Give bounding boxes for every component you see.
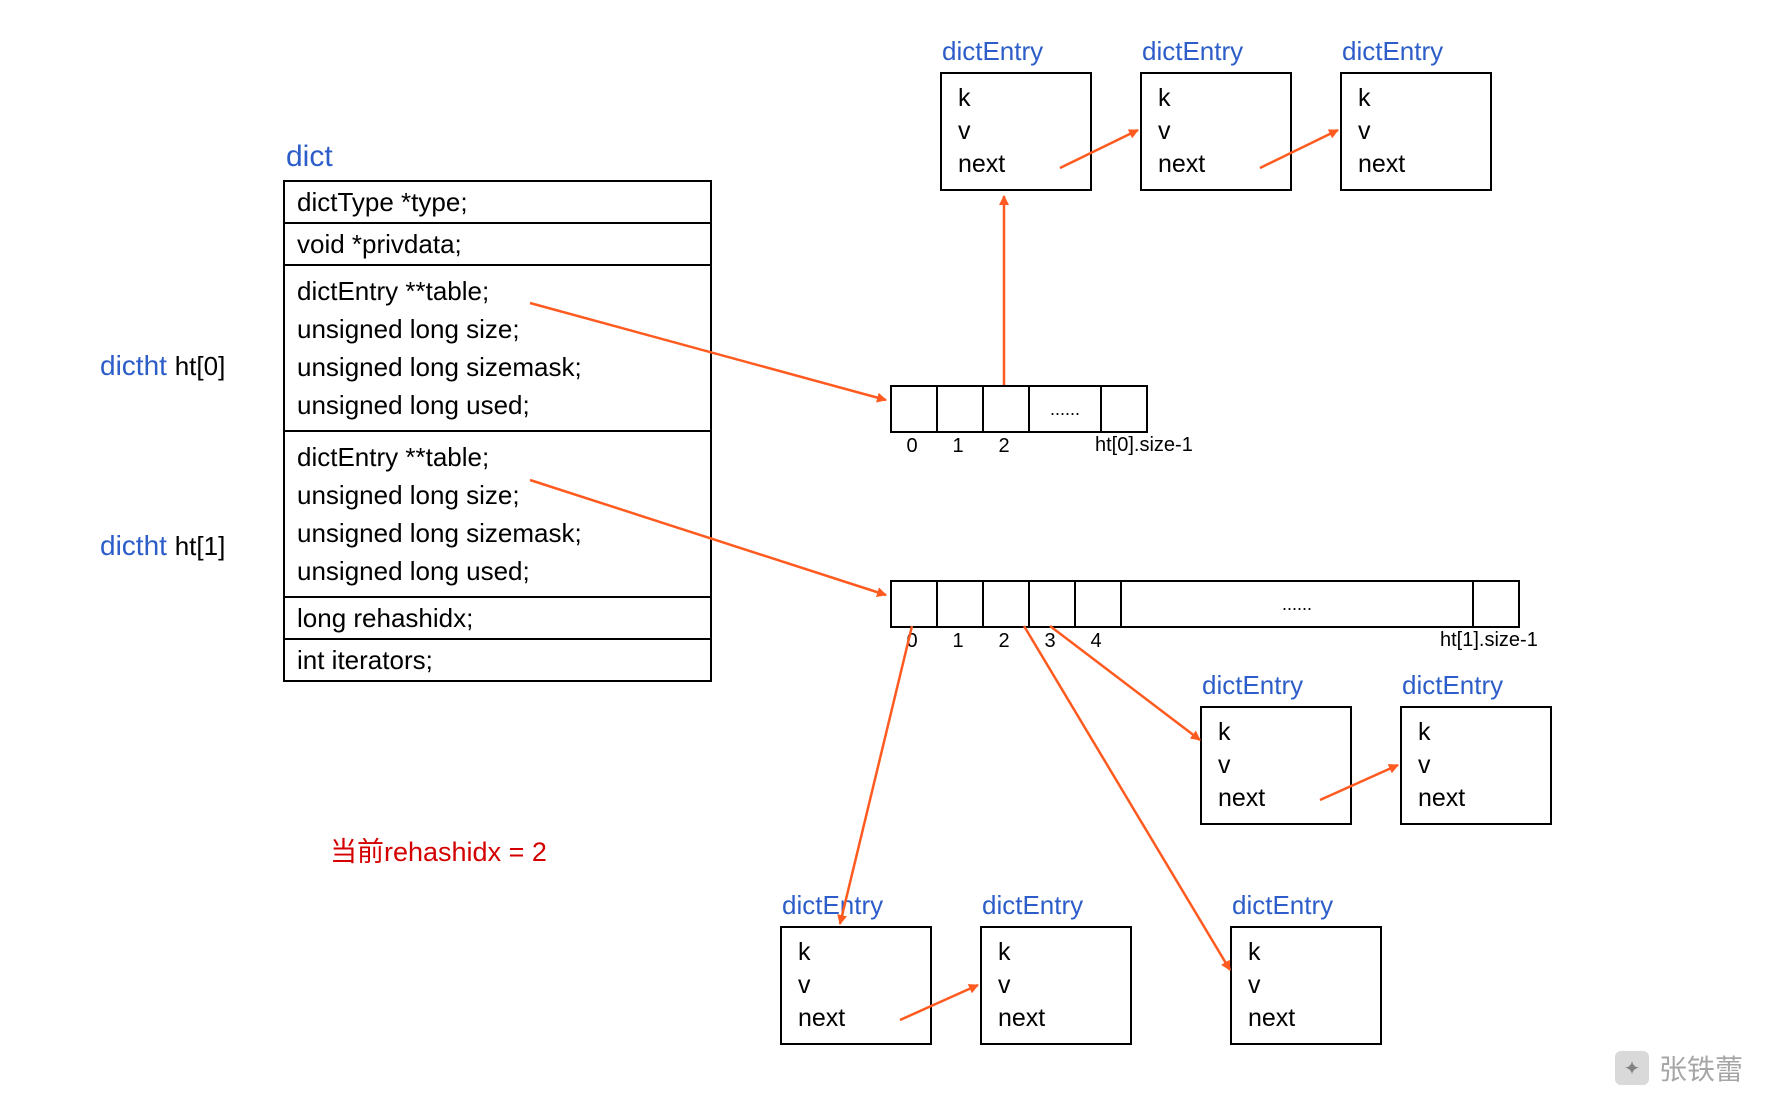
- ht1-cell-3: [1028, 582, 1074, 626]
- entry-bot-3-next: next: [1248, 1002, 1380, 1035]
- dict-field-type: dictType *type;: [285, 182, 710, 222]
- ht0-line-2: unsigned long sizemask;: [297, 348, 710, 386]
- ht1-cell-0: [892, 582, 936, 626]
- ht1-cell-4: [1074, 582, 1120, 626]
- entry-top-1-k: k: [958, 82, 1090, 115]
- entry-heading-top-1: dictEntry: [942, 36, 1043, 67]
- ht0-line-1: unsigned long size;: [297, 310, 710, 348]
- ht0-idx-2: 2: [998, 435, 1009, 458]
- entry-mid-1-k: k: [1218, 716, 1350, 749]
- entry-top-1-v: v: [958, 115, 1090, 148]
- entry-bot-1-v: v: [798, 969, 930, 1002]
- watermark-text: 张铁蕾: [1659, 1048, 1743, 1088]
- entry-bot-3-k: k: [1248, 936, 1380, 969]
- entry-bot-2: k v next: [980, 926, 1132, 1045]
- dictht1-text: dictht: [100, 530, 167, 561]
- watermark: ✦ 张铁蕾: [1615, 1048, 1743, 1088]
- ht1-idx-4: 4: [1090, 630, 1101, 653]
- ht1-line-2: unsigned long sizemask;: [297, 514, 710, 552]
- entry-mid-2-next: next: [1418, 782, 1550, 815]
- entry-top-2-next: next: [1158, 148, 1290, 181]
- entry-bot-2-v: v: [998, 969, 1130, 1002]
- entry-heading-bot-1: dictEntry: [782, 890, 883, 921]
- ht0-cell-last: [1100, 387, 1146, 431]
- dict-ht0-block: dictEntry **table; unsigned long size; u…: [285, 264, 710, 430]
- entry-heading-bot-2: dictEntry: [982, 890, 1083, 921]
- entry-heading-mid-2: dictEntry: [1402, 670, 1503, 701]
- entry-mid-1: k v next: [1200, 706, 1352, 825]
- ht0-line-3: unsigned long used;: [297, 386, 710, 424]
- entry-mid-1-v: v: [1218, 749, 1350, 782]
- arrow-ht1-slot3-mid1: [1050, 626, 1200, 740]
- entry-heading-mid-1: dictEntry: [1202, 670, 1303, 701]
- ht0-size-label: ht[0].size-1: [1095, 434, 1193, 457]
- dict-ht1-block: dictEntry **table; unsigned long size; u…: [285, 430, 710, 596]
- dict-field-iterators: int iterators;: [285, 638, 710, 680]
- ht0-idx-0: 0: [906, 435, 917, 458]
- ht0-cell-0: [892, 387, 936, 431]
- ht1-suffix: ht[1]: [175, 531, 226, 561]
- ht1-cell-1: [936, 582, 982, 626]
- ht0-cell-2: [982, 387, 1028, 431]
- dict-heading: dict: [286, 140, 333, 174]
- entry-heading-top-2: dictEntry: [1142, 36, 1243, 67]
- dictht0-text: dictht: [100, 350, 167, 381]
- ht1-cell-2: [982, 582, 1028, 626]
- ht0-array: ......: [890, 385, 1148, 433]
- entry-mid-1-next: next: [1218, 782, 1350, 815]
- ht1-cell-ellipsis: ......: [1120, 582, 1472, 626]
- dict-field-privdata: void *privdata;: [285, 222, 710, 264]
- entry-mid-2-k: k: [1418, 716, 1550, 749]
- dictht0-label: dictht ht[0]: [100, 350, 225, 382]
- entry-bot-2-k: k: [998, 936, 1130, 969]
- entry-bot-1-k: k: [798, 936, 930, 969]
- entry-bot-1: k v next: [780, 926, 932, 1045]
- entry-top-3-k: k: [1358, 82, 1490, 115]
- ht1-cell-last: [1472, 582, 1518, 626]
- ht0-line-0: dictEntry **table;: [297, 272, 710, 310]
- dictht1-label: dictht ht[1]: [100, 530, 225, 562]
- ht0-suffix: ht[0]: [175, 351, 226, 381]
- ht1-size-label: ht[1].size-1: [1440, 629, 1538, 652]
- entry-top-2-k: k: [1158, 82, 1290, 115]
- entry-bot-1-next: next: [798, 1002, 930, 1035]
- ht0-cell-1: [936, 387, 982, 431]
- ht0-idx-1: 1: [952, 435, 963, 458]
- entry-heading-bot-3: dictEntry: [1232, 890, 1333, 921]
- entry-mid-2: k v next: [1400, 706, 1552, 825]
- ht1-idx-2: 2: [998, 630, 1009, 653]
- entry-top-1: k v next: [940, 72, 1092, 191]
- entry-top-1-next: next: [958, 148, 1090, 181]
- entry-bot-3-v: v: [1248, 969, 1380, 1002]
- ht1-idx-1: 1: [952, 630, 963, 653]
- ht1-line-3: unsigned long used;: [297, 552, 710, 590]
- dict-field-rehashidx: long rehashidx;: [285, 596, 710, 638]
- entry-top-3: k v next: [1340, 72, 1492, 191]
- entry-top-2-v: v: [1158, 115, 1290, 148]
- ht1-line-1: unsigned long size;: [297, 476, 710, 514]
- entry-top-3-v: v: [1358, 115, 1490, 148]
- wechat-icon: ✦: [1615, 1051, 1649, 1085]
- entry-heading-top-3: dictEntry: [1342, 36, 1443, 67]
- entry-bot-3: k v next: [1230, 926, 1382, 1045]
- ht1-array: ......: [890, 580, 1520, 628]
- dict-struct-table: dictType *type; void *privdata; dictEntr…: [283, 180, 712, 682]
- entry-mid-2-v: v: [1418, 749, 1550, 782]
- ht1-idx-0: 0: [906, 630, 917, 653]
- arrow-ht1-slot0-bot1: [840, 626, 912, 924]
- ht1-idx-3: 3: [1044, 630, 1055, 653]
- entry-bot-2-next: next: [998, 1002, 1130, 1035]
- entry-top-3-next: next: [1358, 148, 1490, 181]
- rehash-note: 当前rehashidx = 2: [330, 830, 547, 869]
- ht1-line-0: dictEntry **table;: [297, 438, 710, 476]
- entry-top-2: k v next: [1140, 72, 1292, 191]
- ht0-cell-ellipsis: ......: [1028, 387, 1100, 431]
